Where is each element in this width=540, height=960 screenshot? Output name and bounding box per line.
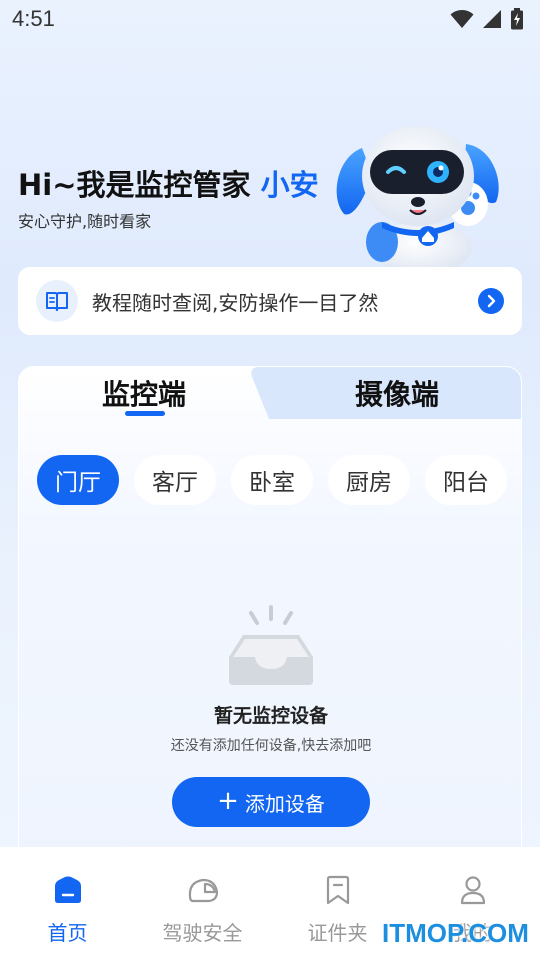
nav-label-home: 首页 <box>47 921 88 945</box>
tab-camera[interactable]: 摄像端 <box>281 367 521 419</box>
hero-title-name: 小安 <box>260 168 319 202</box>
room-chip-kitchen[interactable]: 厨房 <box>328 455 410 505</box>
cell-signal-icon <box>483 10 501 28</box>
room-filter: 门厅 客厅 卧室 厨房 阳台 <box>37 455 507 505</box>
hero-subtitle: 安心守护,随时看家 <box>18 212 152 231</box>
watermark: ITMOP.COM <box>382 918 529 948</box>
add-device-label: 添加设备 <box>244 791 325 816</box>
person-icon <box>456 873 490 907</box>
tab-camera-label: 摄像端 <box>354 378 439 411</box>
room-chip-hall[interactable]: 门厅 <box>37 455 119 505</box>
home-icon <box>51 873 85 907</box>
tab-monitor-label: 监控端 <box>101 378 186 411</box>
nav-label-driving-safety: 驾驶安全 <box>162 921 243 945</box>
empty-subtitle: 还没有添加任何设备,快去添加吧 <box>170 738 372 754</box>
status-bar: 4:51 <box>0 0 540 38</box>
bookmark-icon <box>321 873 355 907</box>
helmet-icon <box>186 873 220 907</box>
room-chip-balcony[interactable]: 阳台 <box>425 455 507 505</box>
empty-inbox-icon <box>229 605 313 685</box>
book-icon <box>36 280 78 322</box>
tutorial-card[interactable]: 教程随时查阅,安防操作一目了然 <box>18 267 522 335</box>
tutorial-text: 教程随时查阅,安防操作一目了然 <box>92 290 379 315</box>
nav-item-driving-safety[interactable]: 驾驶安全 <box>135 847 270 960</box>
chevron-right-icon[interactable] <box>478 288 504 314</box>
hero-section: Hi~我是监控管家 小安 安心守护,随时看家 <box>0 126 540 270</box>
nav-label-documents: 证件夹 <box>307 921 368 945</box>
add-device-button[interactable]: + 添加设备 <box>172 777 370 827</box>
device-panel: 监控端 摄像端 门厅 客厅 卧室 厨房 阳台 暂无监控设备 还没有添加任何设备,… <box>18 366 522 886</box>
room-chip-living-room[interactable]: 客厅 <box>134 455 216 505</box>
battery-icon <box>511 8 523 30</box>
hero-title: Hi~我是监控管家 小安 <box>18 162 319 204</box>
status-icons <box>450 8 524 30</box>
hero-title-prefix: Hi~我是监控管家 <box>18 168 251 202</box>
nav-item-home[interactable]: 首页 <box>0 847 135 960</box>
tab-active-indicator <box>125 411 165 416</box>
empty-title: 暂无监控设备 <box>213 705 328 727</box>
room-chip-bedroom[interactable]: 卧室 <box>231 455 313 505</box>
robot-dog-mascot-icon <box>336 126 499 268</box>
status-time: 4:51 <box>12 6 55 31</box>
plus-icon: + <box>217 785 239 816</box>
tab-bar: 监控端 摄像端 <box>19 367 521 419</box>
wifi-icon <box>450 10 474 28</box>
